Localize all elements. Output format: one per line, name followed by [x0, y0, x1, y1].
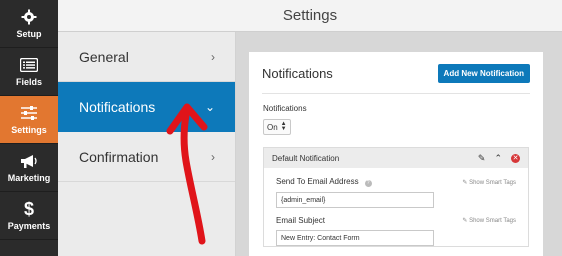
notification-block: Default Notification ✎ ⌃ ✕ Send To Email…: [263, 147, 529, 247]
show-smart-tags-link[interactable]: ✎ Show Smart Tags: [462, 217, 516, 224]
page-header: Settings: [58, 0, 562, 32]
sidebar-item-label: Setup: [16, 29, 42, 39]
sidebar-item-payments[interactable]: $ Payments: [0, 192, 58, 240]
collapse-icon[interactable]: ⌃: [494, 153, 502, 164]
panel-nav-label: General: [79, 48, 129, 65]
email-subject-input[interactable]: New Entry: Contact Form: [276, 230, 434, 246]
content-area: Notifications Add New Notification Notif…: [236, 32, 562, 256]
panel-nav-label: Notifications: [79, 98, 156, 115]
email-subject-label: Email Subject: [276, 216, 325, 225]
notifications-select[interactable]: On ▲ ▼: [263, 119, 291, 135]
sidebar-item-label: Marketing: [7, 173, 51, 183]
section-title: Notifications: [262, 66, 333, 81]
show-smart-tags-link[interactable]: ✎ Show Smart Tags: [462, 179, 516, 186]
notification-header: Default Notification ✎ ⌃ ✕: [264, 148, 528, 168]
sidebar-item-label: Settings: [11, 125, 47, 135]
send-to-label: Send To Email Address: [276, 177, 359, 186]
left-sidebar: Setup Fields Settings Marketing $ Paymen…: [0, 0, 58, 256]
sidebar-item-label: Payments: [7, 221, 51, 231]
settings-panel-nav: General › Notifications ⌄ Confirmation ›: [58, 32, 236, 256]
help-icon[interactable]: ?: [364, 180, 372, 187]
field-label-row: Email Subject ✎ Show Smart Tags: [276, 216, 516, 225]
notification-title: Default Notification: [272, 153, 340, 163]
sidebar-item-setup[interactable]: Setup: [0, 0, 58, 48]
megaphone-icon: [20, 152, 38, 170]
edit-icon[interactable]: ✎: [478, 153, 486, 164]
gear-icon: [20, 8, 38, 26]
field-label-row: Send To Email Address? ✎ Show Smart Tags: [276, 177, 516, 187]
sliders-icon: [20, 104, 38, 122]
panel-nav-general[interactable]: General ›: [58, 32, 235, 82]
panel-nav-label: Confirmation: [79, 148, 159, 165]
card-header: Notifications Add New Notification: [262, 64, 530, 94]
panel-nav-notifications[interactable]: Notifications ⌄: [58, 82, 235, 132]
select-arrows-icon: ▲ ▼: [280, 121, 287, 132]
page-title: Settings: [282, 7, 338, 24]
sidebar-item-label: Fields: [15, 77, 42, 87]
notification-body: Send To Email Address? ✎ Show Smart Tags…: [264, 168, 528, 246]
chevron-down-icon: ⌄: [204, 99, 215, 114]
dollar-icon: $: [23, 198, 34, 219]
chevron-right-icon: ›: [211, 149, 215, 164]
notifications-card: Notifications Add New Notification Notif…: [249, 52, 543, 256]
notifications-label: Notifications: [263, 104, 307, 113]
list-icon: [20, 56, 38, 74]
notification-actions: ✎ ⌃ ✕: [478, 153, 520, 164]
panel-nav-confirmation[interactable]: Confirmation ›: [58, 132, 235, 182]
sidebar-item-fields[interactable]: Fields: [0, 48, 58, 96]
select-value: On: [267, 122, 278, 132]
sidebar-item-settings[interactable]: Settings: [0, 96, 58, 144]
chevron-right-icon: ›: [211, 49, 215, 64]
delete-icon[interactable]: ✕: [511, 153, 520, 163]
send-to-email-input[interactable]: {admin_email}: [276, 192, 434, 208]
sidebar-item-marketing[interactable]: Marketing: [0, 144, 58, 192]
add-new-notification-button[interactable]: Add New Notification: [437, 64, 530, 83]
